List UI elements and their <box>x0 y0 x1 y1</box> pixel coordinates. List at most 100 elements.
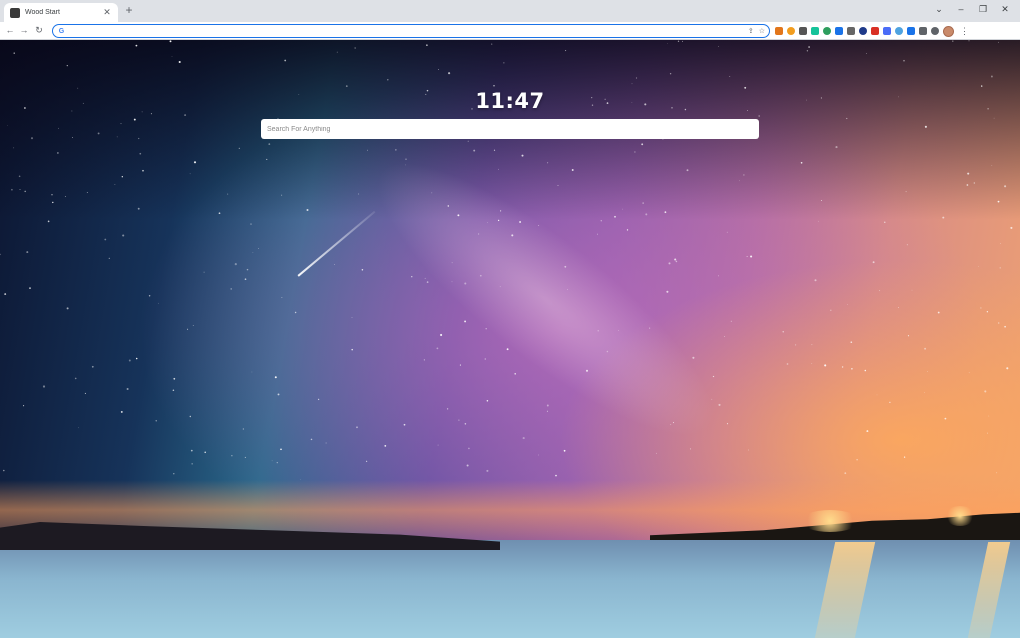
star <box>47 220 50 223</box>
star <box>155 420 157 422</box>
extensions-row: ⋮ <box>775 25 969 37</box>
shield-ext-icon[interactable] <box>907 27 915 35</box>
star <box>133 118 136 121</box>
star <box>666 290 669 293</box>
star <box>503 62 505 64</box>
star <box>835 146 838 149</box>
tab-search-chevron-icon[interactable]: ⌄ <box>930 2 948 16</box>
puzzle-icon[interactable] <box>919 27 927 35</box>
star <box>86 191 88 193</box>
star <box>252 252 254 253</box>
green-ext-icon[interactable] <box>823 27 831 35</box>
browser-tab[interactable]: Wood Start ✕ <box>4 3 118 22</box>
light-blue-ext-icon[interactable] <box>895 27 903 35</box>
metamask-icon[interactable] <box>775 27 783 35</box>
blue-square-icon[interactable] <box>883 27 891 35</box>
star <box>1004 325 1006 328</box>
star <box>555 474 557 477</box>
star <box>29 287 31 289</box>
star <box>246 268 249 271</box>
star <box>271 460 273 462</box>
star <box>244 278 247 281</box>
star <box>718 46 719 47</box>
star <box>998 41 999 43</box>
star <box>973 182 975 184</box>
star <box>800 161 803 164</box>
star <box>565 50 567 52</box>
star <box>122 234 125 237</box>
restore-button[interactable]: ❐ <box>974 2 992 16</box>
star <box>244 456 246 458</box>
star <box>522 437 525 440</box>
star <box>361 269 364 271</box>
star <box>242 428 245 430</box>
star <box>317 398 320 401</box>
profile-avatar[interactable] <box>943 25 954 37</box>
search-input[interactable] <box>261 119 759 139</box>
star <box>128 359 131 362</box>
star <box>58 127 59 129</box>
star <box>72 137 74 139</box>
star <box>498 168 499 170</box>
star <box>872 261 875 264</box>
star <box>808 46 811 48</box>
star <box>189 173 191 175</box>
star <box>952 40 954 42</box>
star <box>631 83 633 85</box>
star <box>281 297 283 299</box>
star <box>280 448 282 451</box>
star <box>458 419 460 421</box>
sidepanel-icon[interactable] <box>931 27 939 35</box>
star <box>351 317 353 318</box>
star <box>464 423 467 425</box>
address-bar[interactable]: G ⇪ ☆ <box>52 24 770 38</box>
address-input[interactable] <box>69 26 743 36</box>
star <box>924 347 927 350</box>
star <box>937 311 940 314</box>
star <box>18 175 21 178</box>
star <box>440 333 443 337</box>
star <box>19 189 21 191</box>
back-button[interactable]: ← <box>4 24 16 37</box>
star <box>514 373 516 375</box>
star <box>866 53 868 55</box>
star <box>782 331 784 333</box>
star <box>841 366 844 368</box>
ext-m-icon[interactable] <box>799 27 807 35</box>
window-close-button[interactable]: ✕ <box>996 2 1014 16</box>
star <box>978 266 980 267</box>
pen-ext-icon[interactable] <box>871 27 879 35</box>
star <box>438 69 439 70</box>
star <box>84 392 86 394</box>
reload-button[interactable]: ↻ <box>33 24 45 37</box>
dark-blue-ext-icon[interactable] <box>859 27 867 35</box>
star <box>306 208 309 212</box>
minimize-button[interactable]: – <box>952 2 970 16</box>
star <box>116 136 118 138</box>
star <box>277 393 280 396</box>
google-icon: G <box>58 27 65 35</box>
star <box>104 238 107 241</box>
star <box>11 188 13 191</box>
dollar-ext-icon[interactable] <box>847 27 855 35</box>
forward-button[interactable]: → <box>18 24 30 37</box>
close-icon[interactable]: ✕ <box>102 7 112 18</box>
new-tab-button[interactable]: + <box>122 4 136 18</box>
bookmark-star-icon[interactable]: ☆ <box>759 27 765 35</box>
blue-circle-icon[interactable] <box>835 27 843 35</box>
browser-menu-icon[interactable]: ⋮ <box>960 26 969 37</box>
star <box>806 50 809 52</box>
orange-circle-icon[interactable] <box>787 27 795 35</box>
star <box>856 459 858 461</box>
star <box>142 169 144 172</box>
star <box>889 401 891 403</box>
star <box>563 449 566 452</box>
tab-title: Wood Start <box>25 9 60 16</box>
star <box>758 115 761 117</box>
star <box>231 455 233 457</box>
window-controls: ⌄ – ❐ ✕ <box>930 2 1014 16</box>
grammarly-icon[interactable] <box>811 27 819 35</box>
share-icon[interactable]: ⇪ <box>748 27 754 35</box>
star <box>546 404 549 407</box>
star <box>204 451 206 454</box>
